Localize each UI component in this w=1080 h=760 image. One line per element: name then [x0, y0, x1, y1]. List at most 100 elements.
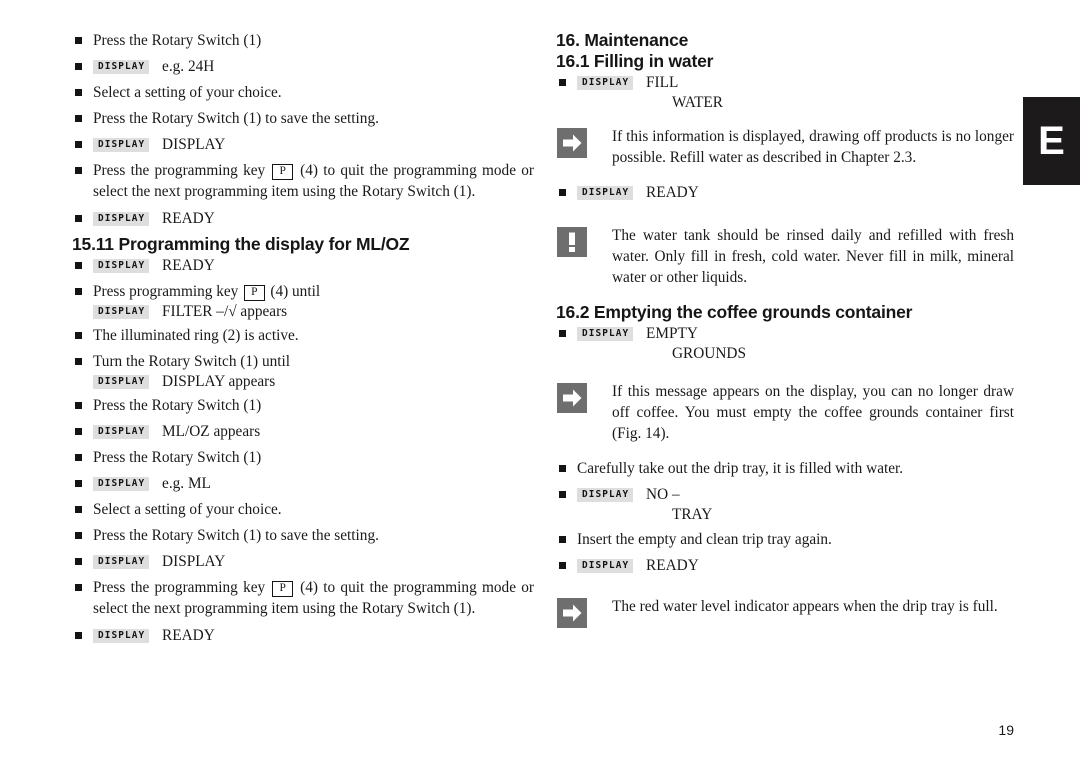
display-value: READY — [646, 184, 699, 201]
square-bullet-icon — [75, 532, 82, 539]
list-item: DISPLAY ML/OZ appears — [72, 421, 534, 442]
step-text: Press the Rotary Switch (1) — [93, 397, 262, 414]
square-bullet-icon — [75, 37, 82, 44]
list-item: Insert the empty and clean trip tray aga… — [556, 529, 1014, 550]
square-bullet-icon — [75, 506, 82, 513]
square-bullet-icon — [75, 558, 82, 565]
square-bullet-icon — [559, 562, 566, 569]
exclamation-icon — [557, 227, 587, 257]
list-item-turn-until: Turn the Rotary Switch (1) until DISPLAY… — [72, 351, 534, 391]
display-badge: DISPLAY — [93, 305, 150, 319]
square-bullet-icon — [75, 141, 82, 148]
display-value: DISPLAY appears — [162, 373, 276, 390]
list-item: DISPLAY READY — [556, 182, 1014, 203]
square-bullet-icon — [75, 402, 82, 409]
step-text: Press the Rotary Switch (1) — [93, 449, 262, 466]
p-key-icon: P — [272, 163, 293, 180]
square-bullet-icon — [75, 215, 82, 222]
step-text: Press the Rotary Switch (1) to save the … — [93, 110, 379, 127]
step-text: Insert the empty and clean trip tray aga… — [577, 531, 832, 548]
display-line: DISPLAY FILTER –/√ appears — [93, 302, 534, 321]
display-value: ML/OZ appears — [162, 423, 261, 440]
list-item: DISPLAY e.g. ML — [72, 473, 534, 494]
list-item: DISPLAY DISPLAY — [72, 551, 534, 572]
square-bullet-icon — [559, 79, 566, 86]
display-value: READY — [162, 210, 215, 227]
section-heading-15-11: 15.11 Programming the display for ML/OZ — [72, 234, 410, 254]
list-item: Select a setting of your choice. — [72, 82, 534, 103]
list-item: DISPLAY e.g. 24H — [72, 56, 534, 77]
document-page: E Press the Rotary Switch (1) DISPLAY e.… — [0, 0, 1080, 760]
display-value-line2: WATER — [672, 94, 723, 111]
note-coffee-grounds: If this message appears on the display, … — [556, 381, 1014, 444]
display-value: DISPLAY — [162, 136, 226, 153]
display-value: e.g. 24H — [162, 58, 215, 75]
p-key-icon: P — [244, 284, 265, 301]
display-badge: DISPLAY — [93, 375, 150, 389]
display-badge: DISPLAY — [577, 76, 634, 90]
list-item-display-empty-grounds: DISPLAY EMPTY GROUNDS — [556, 323, 1014, 363]
display-badge: DISPLAY — [93, 629, 150, 643]
square-bullet-icon — [75, 262, 82, 269]
list-item-press-p-until: Press programming key P (4) until DISPLA… — [72, 281, 534, 321]
arrow-right-icon — [557, 383, 587, 413]
language-tab-e: E — [1023, 97, 1080, 185]
display-value-line2: TRAY — [672, 506, 713, 523]
list-item: DISPLAY READY — [72, 208, 534, 229]
square-bullet-icon — [75, 358, 82, 365]
display-value-line1: FILL — [646, 74, 679, 91]
step-text: The illuminated ring (2) is active. — [93, 327, 299, 344]
display-value: READY — [162, 257, 215, 274]
step-text-pre: Press programming key — [93, 283, 239, 300]
list-item: Press the Rotary Switch (1) to save the … — [72, 108, 534, 129]
step-text: Press the Rotary Switch (1) — [93, 32, 262, 49]
p-key-icon: P — [272, 580, 293, 597]
square-bullet-icon — [559, 536, 566, 543]
display-badge: DISPLAY — [93, 138, 150, 152]
display-badge: DISPLAY — [93, 425, 150, 439]
note-water-level-indicator: The red water level indicator appears wh… — [556, 596, 1014, 628]
square-bullet-icon — [75, 632, 82, 639]
list-item: DISPLAY READY — [72, 255, 534, 276]
square-bullet-icon — [75, 480, 82, 487]
step-text: Turn the Rotary Switch (1) until — [93, 353, 291, 370]
square-bullet-icon — [75, 288, 82, 295]
step-text-pre: Press the programming key — [93, 579, 266, 596]
square-bullet-icon — [559, 491, 566, 498]
section-heading-16-1: 16.1 Filling in water — [556, 51, 714, 71]
note-text: If this information is displayed, drawin… — [612, 128, 1014, 166]
display-value: DISPLAY — [162, 553, 226, 570]
display-value-line1: NO – — [646, 486, 680, 503]
list-item: The illuminated ring (2) is active. — [72, 325, 534, 346]
square-bullet-icon — [75, 584, 82, 591]
note-text: The red water level indicator appears wh… — [612, 598, 998, 615]
display-badge: DISPLAY — [577, 488, 634, 502]
list-item: Press the Rotary Switch (1) — [72, 447, 534, 468]
display-badge: DISPLAY — [93, 259, 150, 273]
note-text: The water tank should be rinsed daily an… — [612, 227, 1014, 286]
display-value: READY — [646, 557, 699, 574]
list-item-display-no-tray: DISPLAY NO – TRAY — [556, 484, 1014, 524]
square-bullet-icon — [75, 89, 82, 96]
arrow-right-icon — [557, 128, 587, 158]
display-value-line2: GROUNDS — [672, 345, 746, 362]
step-text: Carefully take out the drip tray, it is … — [577, 460, 904, 477]
list-item-display-fill-water: DISPLAY FILL WATER — [556, 72, 1014, 112]
list-item: DISPLAY DISPLAY — [72, 134, 534, 155]
list-item-quit-programming-2: Press the programming key P (4) to quit … — [72, 577, 534, 619]
display-value: READY — [162, 627, 215, 644]
page-number: 19 — [998, 722, 1014, 738]
square-bullet-icon — [75, 167, 82, 174]
section-heading-16: 16. Maintenance — [556, 30, 689, 50]
list-item: Carefully take out the drip tray, it is … — [556, 458, 1014, 479]
step-text-pre: Press the programming key — [93, 162, 266, 179]
list-item: Press the Rotary Switch (1) — [72, 395, 534, 416]
square-bullet-icon — [559, 330, 566, 337]
arrow-right-icon — [557, 598, 587, 628]
list-item-quit-programming: Press the programming key P (4) to quit … — [72, 160, 534, 202]
display-badge: DISPLAY — [93, 212, 150, 226]
list-item: DISPLAY READY — [72, 625, 534, 646]
square-bullet-icon — [75, 115, 82, 122]
list-item: Press the Rotary Switch (1) — [72, 30, 534, 51]
display-value: e.g. ML — [162, 475, 211, 492]
